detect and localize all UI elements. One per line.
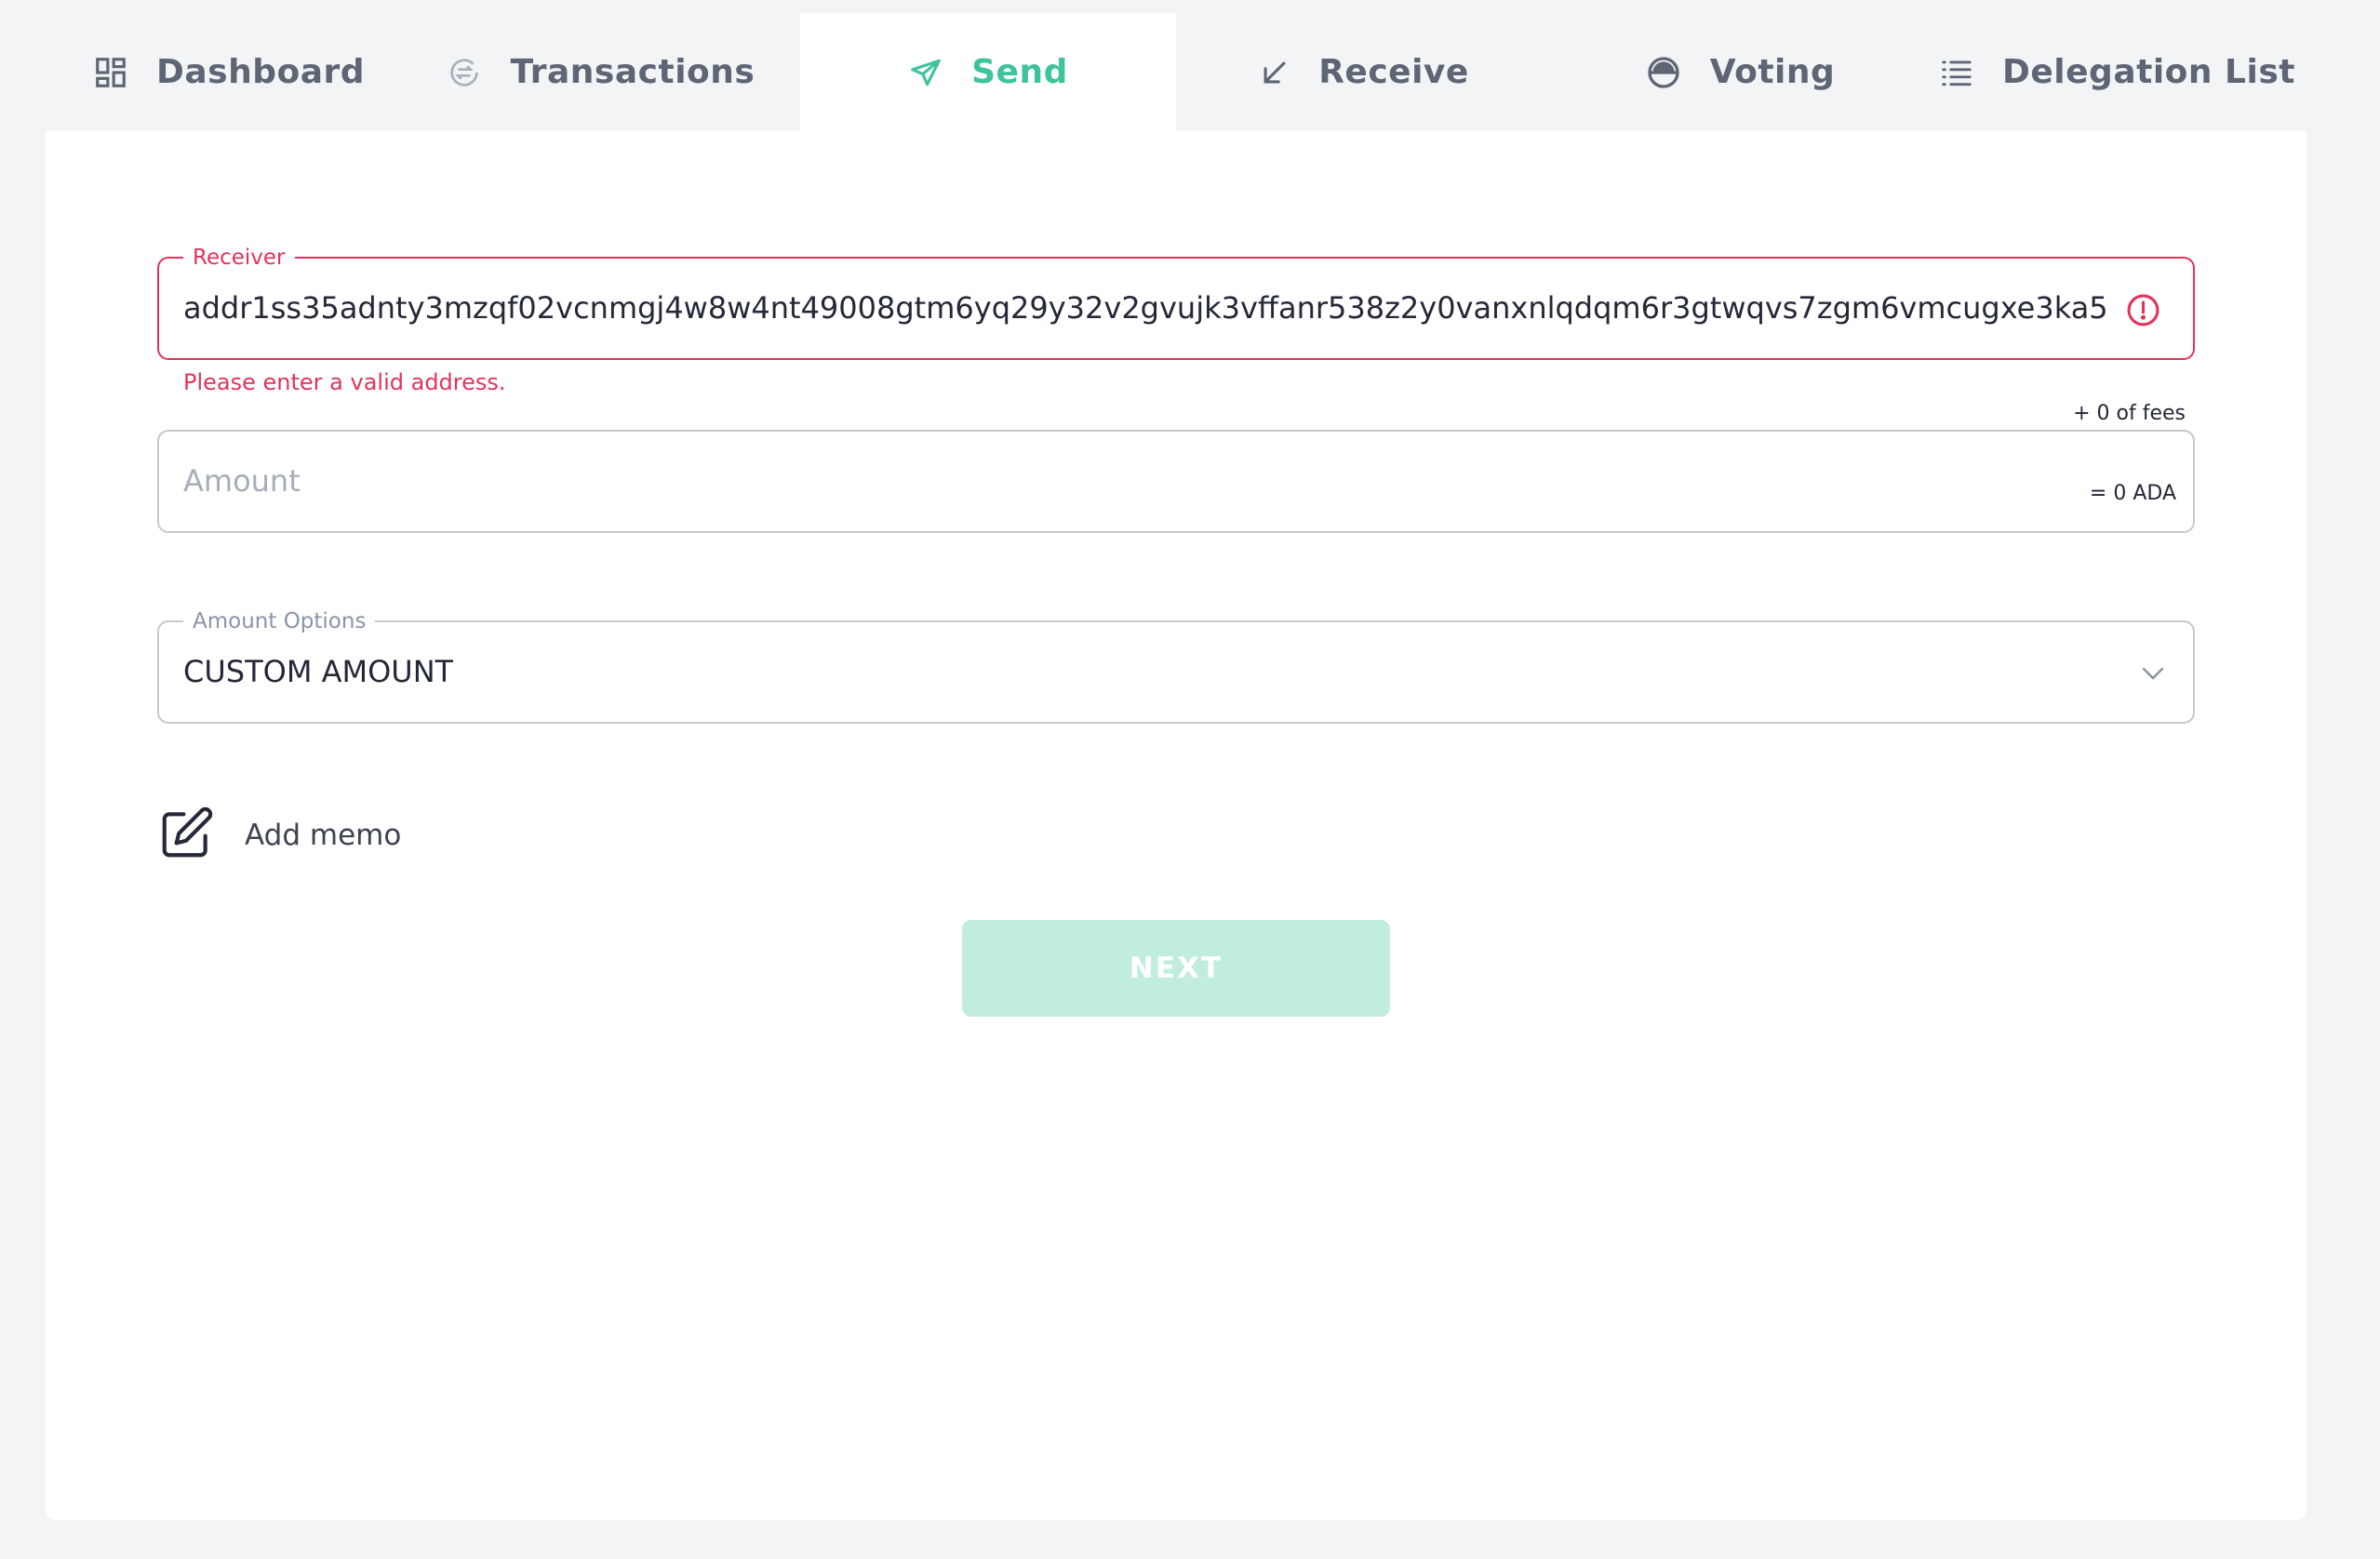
receiver-error-message: Please enter a valid address. <box>183 369 506 395</box>
edit-icon <box>157 805 215 866</box>
amount-options-label: Amount Options <box>183 610 376 633</box>
chevron-down-icon[interactable] <box>2139 660 2167 687</box>
tab-dashboard[interactable]: Dashboard <box>46 13 412 131</box>
amount-options-select[interactable]: Amount Options CUSTOM AMOUNT <box>157 610 2195 724</box>
send-panel: Dashboard Transactions Send Receive Voti… <box>46 13 2306 1520</box>
tab-label: Delegation List <box>2002 53 2295 91</box>
tab-receive[interactable]: Receive <box>1176 13 1552 131</box>
tab-label: Send <box>971 53 1068 91</box>
receiver-field[interactable]: Receiver addr1ss35adnty3mzqf02vcnmgj4w8w… <box>157 247 2195 360</box>
add-memo-label: Add memo <box>245 819 402 852</box>
dashboard-icon <box>93 55 128 90</box>
amount-options-value: CUSTOM AMOUNT <box>183 654 454 689</box>
tab-voting[interactable]: Voting <box>1552 13 1928 131</box>
next-button[interactable]: NEXT <box>962 920 1390 1017</box>
tab-label: Dashboard <box>155 53 366 91</box>
transactions-icon <box>446 54 483 91</box>
list-icon <box>1939 55 1974 90</box>
wallet-nav-tabs: Dashboard Transactions Send Receive Voti… <box>46 13 2306 131</box>
add-memo-button[interactable]: Add memo <box>157 806 401 865</box>
tab-transactions[interactable]: Transactions <box>412 13 788 131</box>
voting-icon <box>1645 54 1682 91</box>
tab-label: Receive <box>1318 53 1469 91</box>
receiver-input[interactable]: addr1ss35adnty3mzqf02vcnmgj4w8w4nt49008g… <box>183 290 2109 326</box>
amount-total: = 0 ADA <box>2089 482 2176 505</box>
receiver-label: Receiver <box>183 247 295 269</box>
amount-field[interactable]: Amount = 0 ADA <box>157 430 2195 533</box>
tab-delegation-list[interactable]: Delegation List <box>1928 13 2306 131</box>
error-icon <box>2126 293 2160 327</box>
amount-input[interactable]: Amount <box>183 463 301 499</box>
fees-label: + 0 of fees <box>2073 402 2186 425</box>
tab-label: Voting <box>1709 53 1836 91</box>
receive-icon <box>1259 57 1290 88</box>
tab-label: Transactions <box>510 53 755 91</box>
tab-send[interactable]: Send <box>800 13 1176 131</box>
send-icon <box>908 55 943 90</box>
